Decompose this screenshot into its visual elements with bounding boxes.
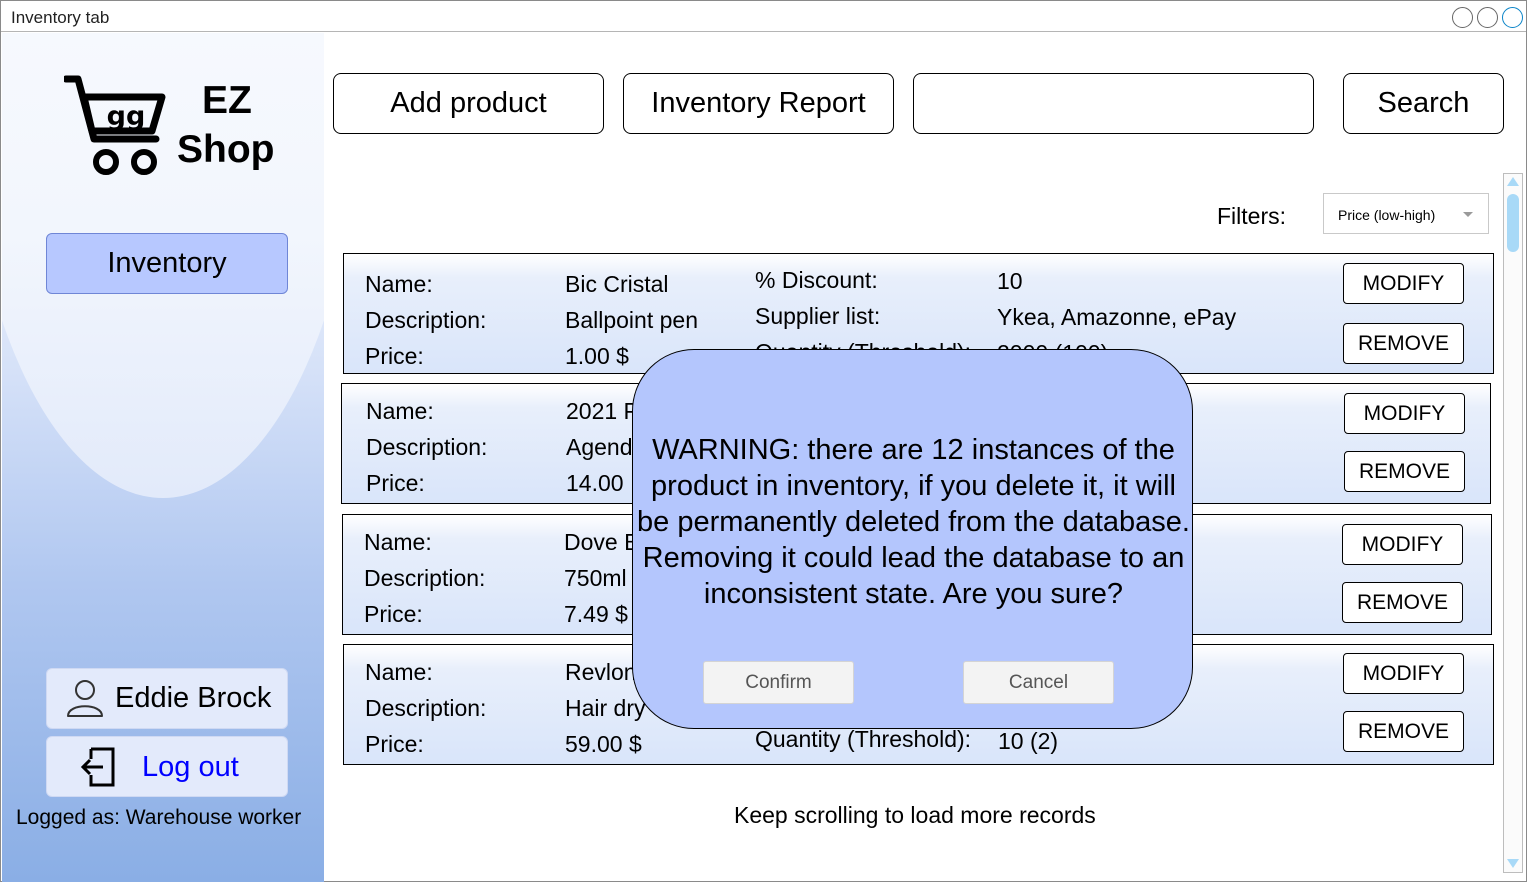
description-label: Description:	[364, 565, 486, 591]
modify-button[interactable]: MODIFY	[1342, 524, 1463, 565]
warning-message: WARNING: there are 12 instances of the p…	[637, 434, 1190, 610]
logo-cart-text: gg	[107, 101, 146, 132]
product-name: Dove B	[564, 529, 640, 555]
price-label: Price:	[366, 470, 425, 496]
price-label: Price:	[365, 731, 424, 757]
logout-label: Log out	[142, 751, 239, 783]
logo-title-ez: EZ	[202, 79, 252, 122]
name-label: Name:	[366, 398, 434, 424]
remove-button[interactable]: REMOVE	[1343, 711, 1464, 752]
logo-title-shop: Shop	[177, 128, 275, 171]
close-button[interactable]	[1502, 7, 1523, 28]
scroll-up-icon[interactable]	[1507, 177, 1519, 186]
product-price: 7.49 $	[564, 601, 628, 627]
user-profile[interactable]: Eddie Brock	[46, 668, 288, 729]
product-description: Ballpoint pen	[565, 307, 698, 333]
quantity-label: Quantity (Threshold):	[755, 726, 972, 752]
load-more-hint: Keep scrolling to load more records	[734, 802, 1096, 828]
filters-label: Filters:	[1217, 203, 1286, 229]
product-price: 14.00	[566, 470, 624, 496]
filter-selected-value: Price (low-high)	[1338, 207, 1436, 223]
remove-button[interactable]: REMOVE	[1343, 323, 1464, 364]
user-name: Eddie Brock	[115, 682, 272, 714]
shopping-cart-icon: gg	[64, 75, 166, 175]
inventory-report-button[interactable]: Inventory Report	[623, 73, 894, 134]
price-label: Price:	[365, 343, 424, 369]
description-label: Description:	[365, 695, 487, 721]
product-quantity: 10 (2)	[998, 728, 1059, 754]
logout-icon	[80, 747, 115, 787]
supplier-label: Supplier list:	[755, 303, 881, 329]
scroll-down-icon[interactable]	[1507, 859, 1519, 868]
discount-label: % Discount:	[755, 267, 878, 293]
product-description: Hair dry	[565, 695, 646, 721]
name-label: Name:	[365, 271, 433, 297]
logged-as-text: Logged as: Warehouse worker	[16, 806, 302, 829]
description-label: Description:	[366, 434, 488, 460]
name-label: Name:	[365, 659, 433, 685]
remove-button[interactable]: REMOVE	[1344, 451, 1465, 492]
window-title: Inventory tab	[11, 8, 110, 27]
app-window: Inventory tab gg EZ Shop Inventory Eddie…	[0, 0, 1527, 882]
product-price: 59.00 $	[565, 731, 642, 757]
minimize-button[interactable]	[1452, 7, 1473, 28]
description-label: Description:	[365, 307, 487, 333]
product-name: 2021 P	[566, 398, 639, 424]
price-label: Price:	[364, 601, 423, 627]
maximize-button[interactable]	[1477, 7, 1498, 28]
user-icon	[67, 680, 103, 717]
name-label: Name:	[364, 529, 432, 555]
product-description: 750ml	[564, 565, 627, 591]
product-suppliers: Ykea, Amazonne, ePay	[997, 304, 1237, 330]
add-product-button[interactable]: Add product	[333, 73, 604, 134]
chevron-down-icon	[1463, 212, 1473, 217]
search-button[interactable]: Search	[1343, 73, 1504, 134]
sidebar-item-inventory[interactable]: Inventory	[46, 233, 288, 294]
logout-button[interactable]: Log out	[46, 736, 288, 797]
delete-warning-dialog: WARNING: there are 12 instances of the p…	[632, 349, 1193, 729]
cancel-button[interactable]: Cancel	[963, 661, 1114, 704]
modify-button[interactable]: MODIFY	[1344, 393, 1465, 434]
product-name: Revlon	[565, 659, 637, 685]
scrollbar[interactable]	[1503, 173, 1523, 873]
scroll-thumb[interactable]	[1507, 194, 1519, 252]
modify-button[interactable]: MODIFY	[1343, 653, 1464, 694]
product-name: Bic Cristal	[565, 271, 669, 297]
product-description: Agend	[566, 434, 633, 460]
product-price: 1.00 $	[565, 343, 629, 369]
title-bar: Inventory tab	[1, 1, 1526, 32]
modify-button[interactable]: MODIFY	[1343, 263, 1464, 304]
product-discount: 10	[997, 268, 1023, 294]
filter-select[interactable]: Price (low-high)	[1323, 193, 1489, 234]
sidebar: gg EZ Shop Inventory Eddie Brock Log out	[2, 33, 324, 882]
confirm-button[interactable]: Confirm	[703, 661, 854, 704]
search-input[interactable]	[913, 73, 1314, 134]
remove-button[interactable]: REMOVE	[1342, 582, 1463, 623]
